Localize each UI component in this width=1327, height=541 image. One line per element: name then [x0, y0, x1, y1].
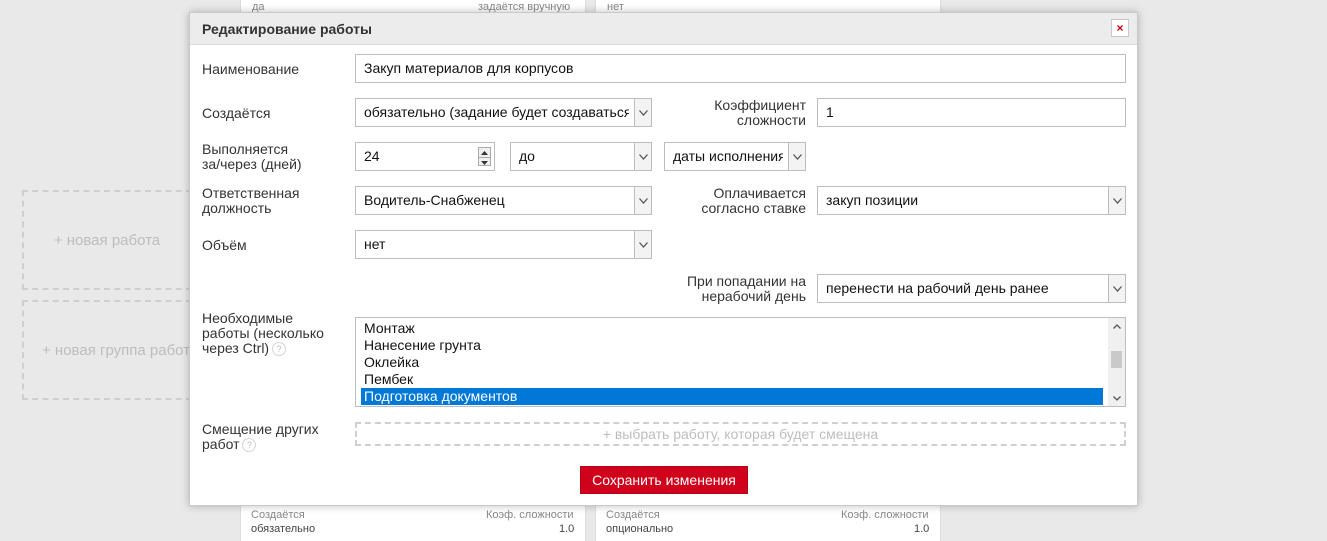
paid-label-line1: Оплачивается	[713, 185, 806, 201]
coef-input[interactable]: 1	[817, 98, 1126, 127]
card1-created-label: Создаётся	[251, 509, 305, 521]
coef-value: 1	[826, 104, 834, 120]
close-button[interactable]: ×	[1111, 19, 1129, 37]
volume-label: Объём	[202, 237, 247, 253]
shift-label-line2: работ	[202, 436, 240, 452]
chevron-down-icon	[634, 143, 651, 170]
new-work-button[interactable]: + новая работа	[22, 190, 192, 290]
exec-label-line1: Выполняется	[202, 141, 289, 157]
card2-coef-label: Коэф. сложности	[841, 509, 929, 521]
required-label-line3: через Ctrl)	[202, 340, 270, 356]
required-label: Необходимые работы (несколько через Ctrl…	[202, 310, 324, 357]
holiday-label: При попадании на нерабочий день	[640, 274, 806, 304]
select-shift-work-button[interactable]: + выбрать работу, которая будет смещена	[355, 422, 1126, 446]
spin-up-icon[interactable]	[479, 148, 490, 158]
shift-label-line1: Смещение других	[202, 421, 319, 437]
holiday-label-line2: нерабочий день	[701, 288, 806, 304]
scroll-down-icon[interactable]	[1108, 391, 1125, 405]
shift-placeholder: + выбрать работу, которая будет смещена	[602, 426, 879, 442]
holiday-select[interactable]: перенести на рабочий день ранее	[817, 274, 1126, 303]
required-label-line1: Необходимые	[202, 310, 294, 326]
chevron-down-icon	[634, 99, 651, 126]
paid-label-line2: согласно ставке	[701, 200, 806, 216]
dialog-title: Редактирование работы	[202, 21, 372, 37]
chevron-down-icon	[634, 187, 651, 214]
resp-select[interactable]: Водитель-Снабженец	[355, 186, 652, 215]
exec-relation-value: до	[519, 148, 535, 164]
paid-select[interactable]: закуп позиции	[817, 186, 1126, 215]
listbox-scrollbar[interactable]	[1108, 318, 1125, 406]
card2-created-value: опционально	[606, 523, 674, 535]
list-item[interactable]: Монтаж	[356, 320, 1103, 337]
help-icon[interactable]: ?	[272, 342, 287, 357]
exec-date-value: даты исполнения	[673, 148, 783, 164]
resp-label-line2: должность	[202, 200, 272, 216]
new-group-label: + новая группа работ	[42, 341, 191, 359]
card1-created-value: обязательно	[251, 523, 316, 535]
name-value: Закуп материалов для корпусов	[364, 60, 574, 76]
required-label-line2: работы (несколько	[202, 325, 324, 341]
coef-label: Коэффициент сложности	[690, 98, 806, 128]
required-works-listbox[interactable]: Монтаж Нанесение грунта Оклейка Пембек П…	[355, 317, 1126, 407]
new-work-label: + новая работа	[53, 231, 161, 249]
created-value: обязательно (задание будет создаваться	[364, 104, 629, 120]
name-label: Наименование	[202, 61, 300, 77]
created-label: Создаётся	[202, 105, 271, 121]
card1-coef-value: 1.0	[559, 523, 575, 535]
name-input[interactable]: Закуп материалов для корпусов	[355, 54, 1126, 83]
scroll-up-icon[interactable]	[1108, 319, 1125, 333]
chevron-down-icon	[788, 143, 805, 170]
card2-coef-value: 1.0	[914, 523, 930, 535]
paid-value: закуп позиции	[826, 192, 919, 208]
chevron-down-icon	[1108, 275, 1125, 302]
chevron-down-icon	[1108, 187, 1125, 214]
volume-select[interactable]: нет	[355, 230, 652, 259]
list-item[interactable]: Нанесение грунта	[356, 337, 1103, 354]
save-button[interactable]: Сохранить изменения	[580, 466, 748, 494]
holiday-label-line1: При попадании на	[686, 273, 806, 289]
volume-value: нет	[364, 236, 386, 252]
created-select[interactable]: обязательно (задание будет создаваться	[355, 98, 652, 127]
help-icon[interactable]: ?	[242, 438, 257, 453]
resp-value: Водитель-Снабженец	[364, 192, 505, 208]
card2-created-label: Создаётся	[606, 509, 660, 521]
paid-label: Оплачивается согласно ставке	[670, 186, 806, 216]
spin-buttons[interactable]	[478, 147, 491, 166]
list-item[interactable]: Пембек	[356, 371, 1103, 388]
exec-days-value: 24	[364, 148, 380, 164]
coef-label-line1: Коэффициент	[714, 97, 806, 113]
resp-label: Ответственная должность	[202, 186, 299, 216]
exec-label: Выполняется за/через (дней)	[202, 142, 302, 172]
chevron-down-icon	[634, 231, 651, 258]
list-item-selected[interactable]: Подготовка документов	[361, 388, 1103, 405]
exec-relation-select[interactable]: до	[510, 142, 652, 171]
card1-coef-label: Коэф. сложности	[486, 509, 574, 521]
spin-down-icon[interactable]	[479, 158, 490, 167]
exec-label-line2: за/через (дней)	[202, 156, 302, 172]
resp-label-line1: Ответственная	[202, 185, 300, 201]
holiday-value: перенести на рабочий день ранее	[826, 280, 1049, 296]
coef-label-line2: сложности	[736, 112, 806, 128]
shift-label: Смещение других работ?	[202, 421, 319, 453]
exec-date-select[interactable]: даты исполнения	[664, 142, 806, 171]
new-group-button[interactable]: + новая группа работ	[22, 300, 192, 400]
list-item[interactable]: Оклейка	[356, 354, 1103, 371]
edit-work-dialog: Редактирование работы × Наименование Зак…	[189, 12, 1138, 506]
exec-days-stepper[interactable]: 24	[355, 142, 495, 171]
dialog-header: Редактирование работы ×	[190, 13, 1137, 45]
scroll-thumb[interactable]	[1111, 351, 1122, 368]
